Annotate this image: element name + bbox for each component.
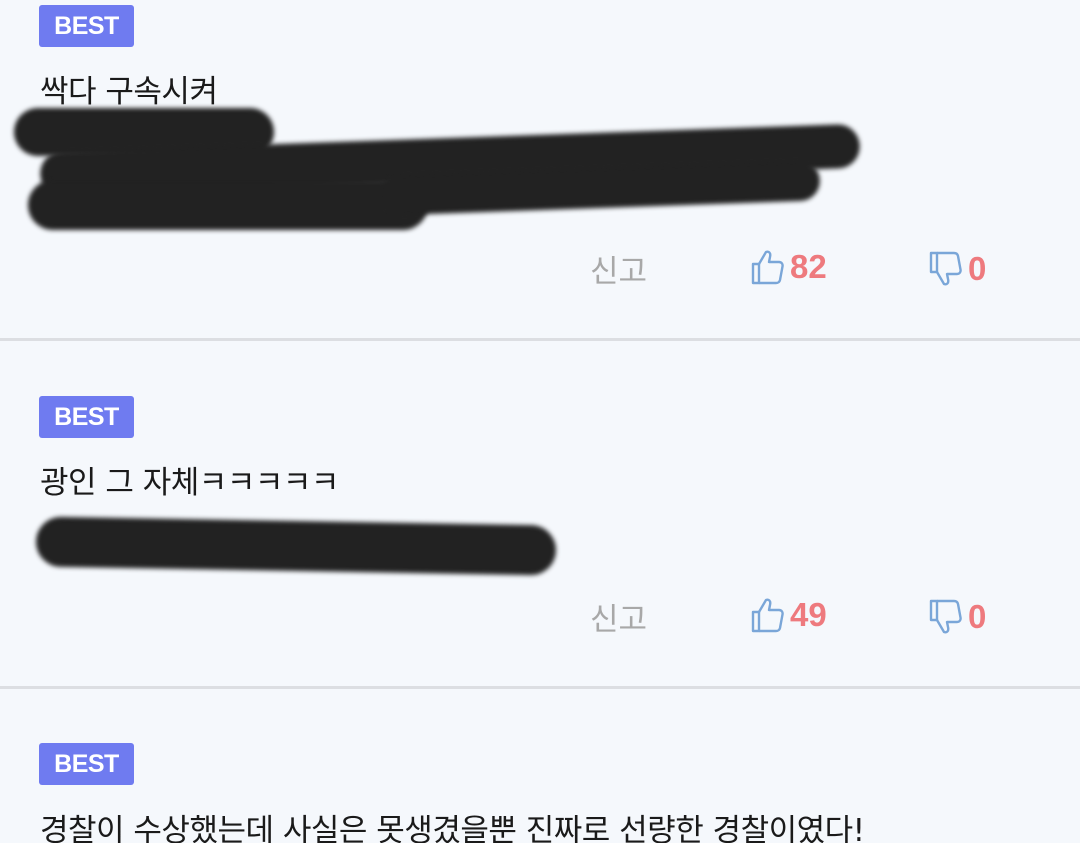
like-button[interactable]: 49 [750,596,827,634]
like-button[interactable]: 82 [750,248,827,286]
dislike-button[interactable]: 0 [928,598,986,636]
comment-item: BEST 싹다 구속시켜 신고 82 0 [0,0,1080,338]
comment-text: 광인 그 자체ㅋㅋㅋㅋㅋ [40,465,339,501]
thumbs-up-icon [751,250,784,285]
thumbs-down-icon [929,251,962,286]
comment-text: 경찰이 수상했는데 사실은 못생겼을뿐 진짜로 선량한 경찰이였다! [40,813,865,843]
thumbs-up-icon [751,598,784,633]
dislike-count: 0 [968,250,987,287]
best-badge: BEST [39,743,134,785]
comment-feed: BEST 싹다 구속시켜 신고 82 0 BEST 광인 그 자체ㅋㅋㅋㅋㅋ 신… [0,0,1080,843]
dislike-button[interactable]: 0 [928,250,986,288]
best-badge: BEST [39,5,134,47]
report-button[interactable]: 신고 [590,246,647,291]
thumbs-down-icon [929,599,962,634]
best-badge: BEST [39,396,134,438]
like-count: 49 [790,596,827,633]
comment-item: BEST 경찰이 수상했는데 사실은 못생겼을뿐 진짜로 선량한 경찰이였다! [0,689,1080,843]
dislike-count: 0 [968,598,987,635]
report-button[interactable]: 신고 [590,594,647,639]
comment-item: BEST 광인 그 자체ㅋㅋㅋㅋㅋ 신고 49 0 [0,341,1080,686]
comment-text: 싹다 구속시켜 [40,74,218,110]
like-count: 82 [790,248,827,285]
